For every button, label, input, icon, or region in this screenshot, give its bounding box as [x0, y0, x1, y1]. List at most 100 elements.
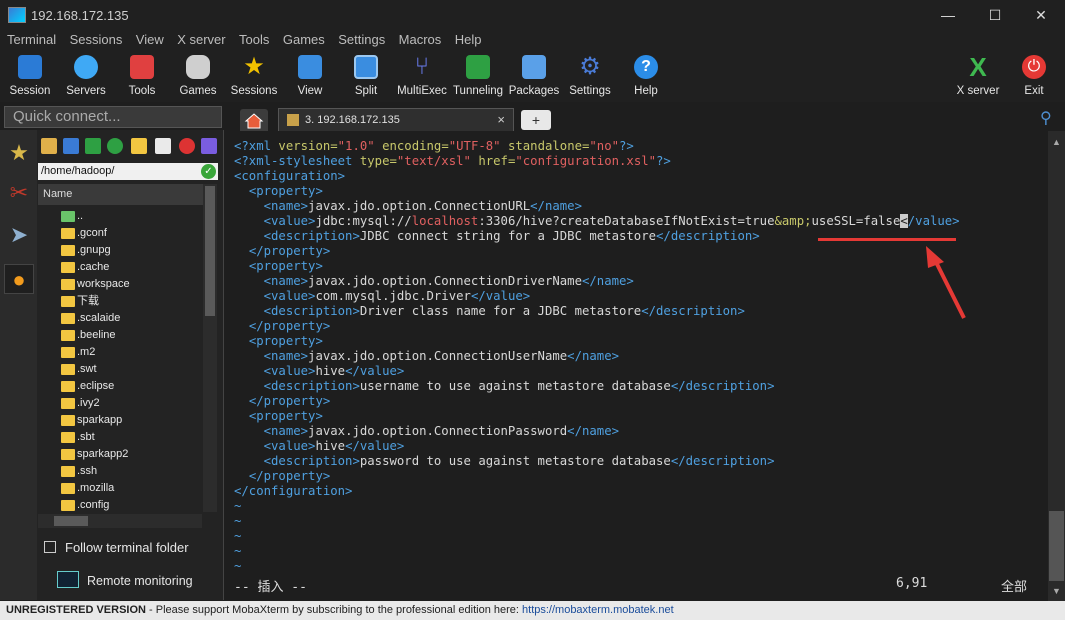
- list-item[interactable]: .m2: [37, 344, 203, 361]
- remote-monitoring-button[interactable]: Remote monitoring: [57, 571, 193, 588]
- list-item[interactable]: .gnupg: [37, 242, 203, 259]
- list-item[interactable]: .sbt: [37, 429, 203, 446]
- close-window-button[interactable]: ✕: [1018, 0, 1064, 30]
- folder-icon: [61, 330, 75, 341]
- parent-folder-icon[interactable]: [41, 138, 57, 154]
- list-item[interactable]: .mozilla: [37, 480, 203, 497]
- list-item[interactable]: .cache: [37, 259, 203, 276]
- menu-help[interactable]: Help: [455, 30, 482, 50]
- window-title: 192.168.172.135: [31, 8, 129, 23]
- delete-icon[interactable]: [179, 138, 195, 154]
- list-item[interactable]: 下载: [37, 293, 203, 310]
- list-item[interactable]: .config: [37, 497, 203, 514]
- terminal-scrollbar[interactable]: ▲ ▼: [1048, 131, 1065, 601]
- folder-icon: [61, 279, 75, 290]
- send-icon[interactable]: ➤: [4, 220, 34, 250]
- menu-terminal[interactable]: Terminal: [7, 30, 56, 50]
- tunneling-button[interactable]: Tunneling: [450, 53, 506, 101]
- new-folder-icon[interactable]: [131, 138, 147, 154]
- sftp-icon[interactable]: ●: [4, 264, 34, 294]
- scroll-up-icon[interactable]: ▲: [1052, 137, 1061, 147]
- packages-button[interactable]: Packages: [506, 53, 562, 101]
- packages-icon: [522, 55, 546, 79]
- close-tab-icon[interactable]: ×: [497, 109, 505, 131]
- red-arrow-annotation: [926, 246, 966, 319]
- folder-icon: [61, 347, 75, 358]
- follow-terminal-folder[interactable]: Follow terminal folder: [44, 540, 189, 555]
- scroll-thumb[interactable]: [1049, 511, 1064, 581]
- maximize-button[interactable]: ☐: [972, 0, 1018, 30]
- paperclip-icon[interactable]: ⚲: [1040, 108, 1058, 127]
- menu-macros[interactable]: Macros: [399, 30, 442, 50]
- games-icon: [186, 55, 210, 79]
- rename-icon[interactable]: [201, 138, 217, 154]
- file-list-hscroll[interactable]: [38, 514, 202, 528]
- list-item[interactable]: .swt: [37, 361, 203, 378]
- servers-button[interactable]: Servers: [58, 53, 114, 101]
- scroll-down-icon[interactable]: ▼: [1052, 586, 1061, 596]
- session-tab[interactable]: 3. 192.168.172.135 ×: [278, 108, 514, 131]
- follow-checkbox[interactable]: [44, 541, 56, 553]
- list-item[interactable]: .scalaide: [37, 310, 203, 327]
- help-button[interactable]: ? Help: [618, 53, 674, 101]
- home-tab[interactable]: [240, 109, 268, 131]
- scroll-thumb[interactable]: [205, 186, 215, 316]
- games-button[interactable]: Games: [170, 53, 226, 101]
- tools-icon[interactable]: ✂: [4, 178, 34, 208]
- list-item[interactable]: workspace: [37, 276, 203, 293]
- menu-bar: Terminal Sessions View X server Tools Ga…: [0, 30, 1065, 50]
- multiexec-icon: ⑂: [414, 53, 430, 80]
- toolbar: Session Servers Tools Games ★ Sessions Vi…: [0, 50, 1065, 102]
- exit-button[interactable]: ⏻ Exit: [1006, 53, 1062, 101]
- list-item[interactable]: sparkapp2: [37, 446, 203, 463]
- list-item[interactable]: sparkapp: [37, 412, 203, 429]
- star-icon[interactable]: ★: [4, 138, 34, 168]
- multiexec-button[interactable]: ⑂ MultiExec: [394, 53, 450, 101]
- menu-tools[interactable]: Tools: [239, 30, 269, 50]
- cursor-position: 6,91: [896, 576, 928, 591]
- quick-connect-input[interactable]: Quick connect...: [4, 106, 222, 128]
- file-list-vscroll[interactable]: [203, 184, 217, 512]
- tools-button[interactable]: Tools: [114, 53, 170, 101]
- monitor-icon: [57, 571, 79, 588]
- menu-settings[interactable]: Settings: [338, 30, 385, 50]
- new-tab-button[interactable]: +: [521, 110, 551, 130]
- menu-view[interactable]: View: [136, 30, 164, 50]
- split-button[interactable]: Split: [338, 53, 394, 101]
- scroll-thumb[interactable]: [54, 516, 88, 526]
- list-item[interactable]: ..: [37, 208, 203, 225]
- star-icon: ★: [243, 53, 265, 80]
- sessions-button[interactable]: ★ Sessions: [226, 53, 282, 101]
- name-column-header[interactable]: Name: [38, 184, 203, 205]
- subscribe-link[interactable]: https://mobaxterm.mobatek.net: [522, 604, 674, 616]
- app-icon: [8, 7, 26, 23]
- path-ok-icon[interactable]: ✓: [201, 164, 216, 179]
- folder-icon: [61, 245, 75, 256]
- folder-icon: [61, 415, 75, 426]
- folder-icon: [61, 432, 75, 443]
- terminal[interactable]: <?xml version="1.0" encoding="UTF-8" sta…: [226, 131, 1048, 601]
- minimize-button[interactable]: —: [925, 0, 971, 30]
- side-panel-tabs: ★ ✂ ➤ ●: [0, 130, 37, 600]
- settings-button[interactable]: ⚙ Settings: [562, 53, 618, 101]
- status-message: - Please support MobaXterm by subscribin…: [145, 604, 523, 616]
- list-item[interactable]: .gconf: [37, 225, 203, 242]
- list-item[interactable]: .ivy2: [37, 395, 203, 412]
- refresh-icon[interactable]: [107, 138, 123, 154]
- menu-sessions[interactable]: Sessions: [70, 30, 123, 50]
- menu-xserver[interactable]: X server: [177, 30, 225, 50]
- folder-icon: [61, 296, 75, 307]
- path-input[interactable]: /home/hadoop/: [38, 163, 218, 180]
- upload-icon[interactable]: [85, 138, 101, 154]
- download-icon[interactable]: [63, 138, 79, 154]
- xserver-button[interactable]: XX server: [950, 53, 1006, 101]
- parent-dir-icon: [61, 211, 75, 222]
- terminal-text: <?xml version="1.0" encoding="UTF-8" sta…: [234, 139, 960, 573]
- list-item[interactable]: .ssh: [37, 463, 203, 480]
- session-button[interactable]: Session: [2, 53, 58, 101]
- new-file-icon[interactable]: [155, 138, 171, 154]
- list-item[interactable]: .eclipse: [37, 378, 203, 395]
- view-button[interactable]: View: [282, 53, 338, 101]
- menu-games[interactable]: Games: [283, 30, 325, 50]
- list-item[interactable]: .beeline: [37, 327, 203, 344]
